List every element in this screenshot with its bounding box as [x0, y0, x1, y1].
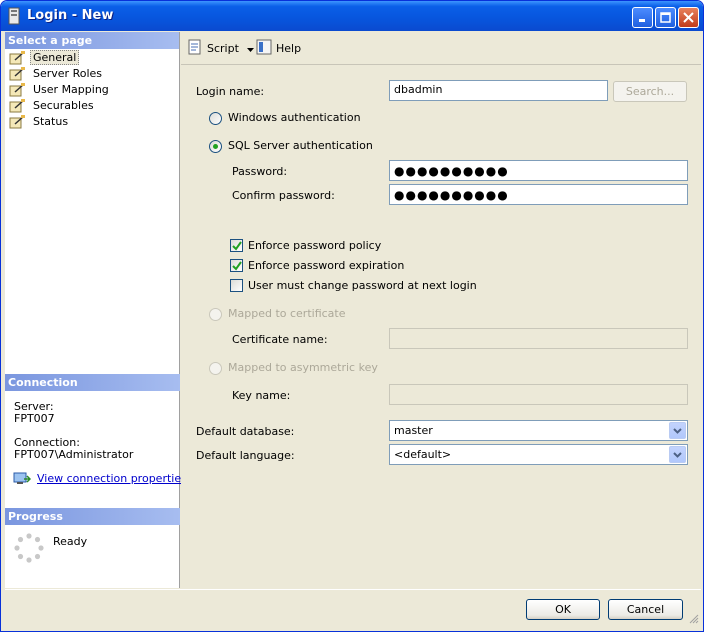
page-item-label: Status	[33, 115, 69, 128]
key-name-label: Key name:	[232, 389, 291, 402]
default-language-select[interactable]: <default>	[389, 444, 688, 465]
connection-panel: Connection Server: FPT007 Connection: FP…	[5, 374, 187, 504]
help-label: Help	[276, 41, 302, 55]
login-name-label: Login name:	[196, 85, 265, 98]
progress-spinner-icon	[13, 532, 45, 567]
default-language-label: Default language:	[196, 449, 295, 462]
resize-grip-icon[interactable]	[689, 614, 699, 627]
mapped-certificate-radio[interactable]	[209, 308, 222, 321]
page-item-user-mapping[interactable]: User Mapping	[5, 82, 179, 98]
sidebar: Select a page General Server Roles User …	[5, 32, 187, 588]
view-connection-properties-link[interactable]: View connection properties	[37, 472, 187, 485]
general-page-content: Login name: dbadmin Search... Windows au…	[181, 64, 701, 588]
server-icon	[7, 7, 21, 25]
page-icon	[9, 83, 26, 97]
script-icon	[187, 39, 203, 58]
connection-header: Connection	[5, 374, 180, 391]
script-label: Script	[207, 41, 239, 55]
page-item-securables[interactable]: Securables	[5, 98, 179, 114]
search-button[interactable]: Search...	[613, 81, 687, 102]
default-database-select[interactable]: master	[389, 420, 688, 441]
page-item-label: User Mapping	[33, 83, 109, 96]
maximize-button[interactable]	[655, 7, 676, 28]
server-value: FPT007	[14, 412, 55, 425]
title-bar[interactable]: Login - New	[1, 1, 703, 31]
window-title: Login - New	[27, 8, 114, 23]
page-list: General Server Roles User Mapping Secura…	[5, 49, 179, 130]
page-item-label: Securables	[33, 99, 94, 112]
toolbar: Script Help	[181, 32, 701, 64]
chevron-down-icon[interactable]	[669, 446, 686, 463]
page-icon	[9, 115, 26, 129]
chevron-down-icon[interactable]	[246, 42, 254, 55]
enforce-expiration-checkbox[interactable]	[230, 259, 243, 272]
login-new-dialog: Login - New Select a page General Server…	[0, 0, 704, 632]
default-database-label: Default database:	[196, 425, 295, 438]
enforce-policy-label: Enforce password policy	[248, 239, 382, 252]
key-name-input[interactable]	[389, 384, 688, 405]
progress-header: Progress	[5, 508, 180, 525]
default-database-value: master	[394, 424, 433, 437]
checkmark-icon	[232, 261, 242, 271]
mapped-asymmetric-key-label: Mapped to asymmetric key	[228, 361, 378, 374]
chevron-down-icon[interactable]	[669, 422, 686, 439]
close-button[interactable]	[678, 7, 699, 28]
checkmark-icon	[232, 241, 242, 251]
script-button[interactable]: Script	[187, 39, 254, 58]
page-item-general[interactable]: General	[5, 50, 179, 66]
dialog-footer: OK Cancel	[5, 589, 701, 629]
close-icon	[683, 12, 694, 23]
minimize-icon	[639, 19, 645, 22]
certificate-name-label: Certificate name:	[232, 333, 328, 346]
progress-status: Ready	[53, 535, 88, 548]
enforce-expiration-label: Enforce password expiration	[248, 259, 405, 272]
connection-properties-icon	[13, 471, 32, 488]
page-item-server-roles[interactable]: Server Roles	[5, 66, 179, 82]
password-label: Password:	[232, 165, 288, 178]
confirm-password-label: Confirm password:	[232, 189, 335, 202]
connection-value: FPT007\Administrator	[14, 448, 134, 461]
must-change-checkbox[interactable]	[230, 279, 243, 292]
cancel-button[interactable]: Cancel	[608, 599, 683, 620]
page-icon	[9, 99, 26, 113]
mapped-certificate-label: Mapped to certificate	[228, 307, 346, 320]
enforce-policy-checkbox[interactable]	[230, 239, 243, 252]
page-item-label: General	[30, 50, 80, 65]
radio-selected-dot	[213, 144, 218, 149]
confirm-password-input[interactable]: ●●●●●●●●●●	[389, 184, 688, 205]
progress-panel: Progress Ready	[5, 508, 180, 588]
must-change-label: User must change password at next login	[248, 279, 477, 292]
help-button[interactable]: Help	[256, 39, 302, 58]
windows-auth-label: Windows authentication	[228, 111, 361, 124]
page-icon	[9, 51, 26, 65]
certificate-name-input[interactable]	[389, 328, 688, 349]
page-icon	[9, 67, 26, 81]
password-input[interactable]: ●●●●●●●●●●	[389, 160, 688, 181]
help-icon	[256, 39, 272, 58]
maximize-icon	[660, 12, 671, 23]
select-page-header: Select a page	[5, 32, 179, 49]
page-item-status[interactable]: Status	[5, 114, 179, 130]
default-language-value: <default>	[394, 448, 452, 461]
mapped-asymmetric-key-radio[interactable]	[209, 362, 222, 375]
sql-auth-label: SQL Server authentication	[228, 139, 373, 152]
windows-auth-radio[interactable]	[209, 112, 222, 125]
ok-button[interactable]: OK	[526, 599, 600, 620]
page-item-label: Server Roles	[33, 67, 103, 80]
minimize-button[interactable]	[632, 7, 653, 28]
sql-auth-radio[interactable]	[209, 140, 222, 153]
login-name-input[interactable]: dbadmin	[389, 80, 608, 101]
